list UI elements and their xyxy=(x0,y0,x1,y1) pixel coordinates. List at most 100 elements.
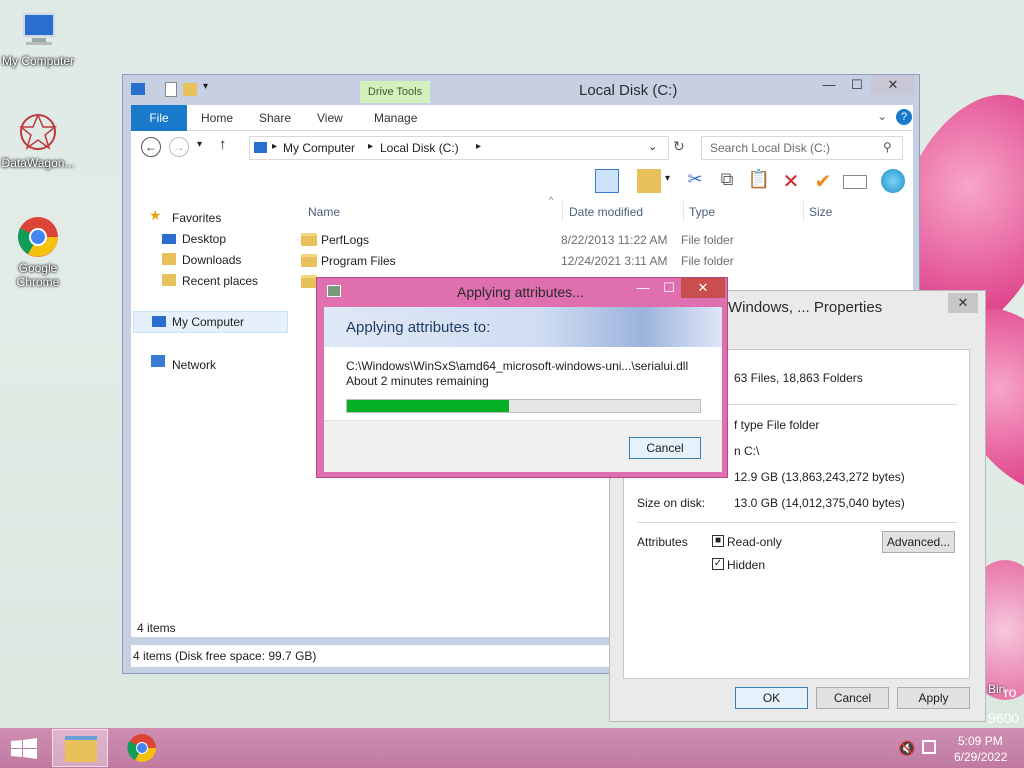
desktop-icon-label: My Computer xyxy=(1,54,75,68)
folder-icon xyxy=(301,275,317,288)
ribbon-tabs: File Home Share View Manage ⌄ ? xyxy=(131,105,913,131)
desktop-icon-my-computer[interactable]: My Computer xyxy=(0,8,76,68)
breadcrumb-local-disk[interactable]: Local Disk (C:) xyxy=(380,141,459,155)
start-icon[interactable] xyxy=(10,738,38,760)
tab-file[interactable]: File xyxy=(131,105,187,131)
dialog-body: Applying attributes to: C:\Windows\WinSx… xyxy=(324,307,722,472)
computer-icon xyxy=(254,142,267,153)
folder-icon xyxy=(65,736,97,762)
column-header-date[interactable]: Date modified xyxy=(569,205,643,219)
tab-share[interactable]: Share xyxy=(259,111,291,125)
window-title: Local Disk (C:) xyxy=(579,82,678,99)
rename-icon[interactable] xyxy=(843,175,867,189)
address-bar[interactable]: ▸ My Computer ▸ Local Disk (C:) ▸ ⌄ xyxy=(249,136,669,160)
chevron-down-icon[interactable]: ⌄ xyxy=(648,140,657,153)
readonly-checkbox[interactable]: ■ xyxy=(712,535,724,547)
desktop-icon-datawagon[interactable]: DataWagon... xyxy=(0,110,76,170)
close-button[interactable]: ✕ xyxy=(871,75,915,95)
nav-my-computer-row[interactable]: My Computer xyxy=(133,311,288,333)
new-folder-icon[interactable] xyxy=(183,83,197,96)
folder-icon xyxy=(301,233,317,246)
dialog-heading: Applying attributes to: xyxy=(346,319,491,336)
nav-favorites[interactable]: Favorites xyxy=(172,211,221,225)
item-count: 4 items xyxy=(137,621,176,635)
recent-locations-icon[interactable]: ▾ xyxy=(197,139,202,150)
minimize-button[interactable]: — xyxy=(815,75,843,95)
paste-icon[interactable]: 📋 xyxy=(747,169,771,193)
chevron-down-icon[interactable]: ⌄ xyxy=(877,109,887,123)
folder-check-icon[interactable] xyxy=(637,169,661,193)
clock-time[interactable]: 5:09 PM xyxy=(958,734,1003,748)
target-path: C:\Windows\WinSxS\amd64_microsoft-window… xyxy=(346,359,689,373)
apply-button[interactable]: Apply xyxy=(897,687,970,709)
maximize-button[interactable]: ☐ xyxy=(655,278,683,298)
column-header-type[interactable]: Type xyxy=(689,205,715,219)
nav-recent-places[interactable]: Recent places xyxy=(182,274,258,288)
delete-icon[interactable]: ✕ xyxy=(779,169,803,193)
properties-title: Windows, ... Properties xyxy=(728,299,883,316)
table-row[interactable]: Program Files 12/24/2021 3:11 AM File fo… xyxy=(291,251,891,271)
back-icon[interactable]: ← xyxy=(141,137,161,157)
applying-attributes-dialog: Applying attributes... — ☐ ✕ Applying at… xyxy=(316,277,728,478)
hidden-checkbox[interactable]: ✓ xyxy=(712,558,724,570)
minimize-button[interactable]: — xyxy=(629,278,657,298)
cancel-button[interactable]: Cancel xyxy=(629,437,701,459)
properties-icon[interactable] xyxy=(165,82,177,97)
dialog-footer: Cancel xyxy=(324,420,722,472)
advanced-button[interactable]: Advanced... xyxy=(882,531,955,553)
progress-bar xyxy=(346,399,701,413)
globe-icon[interactable] xyxy=(881,169,905,193)
network-tray-icon[interactable] xyxy=(922,740,936,754)
sort-indicator-icon: ^ xyxy=(549,195,554,205)
ok-button[interactable]: OK xyxy=(735,687,808,709)
tab-manage[interactable]: Manage xyxy=(374,111,417,125)
cancel-button[interactable]: Cancel xyxy=(816,687,889,709)
cut-icon[interactable]: ✂ xyxy=(683,169,707,193)
up-icon[interactable]: ↑ xyxy=(219,136,227,153)
chrome-taskbar-icon[interactable] xyxy=(126,732,158,767)
explorer-titlebar: ▾ Drive Tools Local Disk (C:) — ☐ ✕ xyxy=(123,75,919,105)
desktop-icon-chrome[interactable]: Google Chrome xyxy=(0,215,76,289)
size-value: 12.9 GB (13,863,243,272 bytes) xyxy=(734,470,905,484)
column-header-name[interactable]: Name xyxy=(308,205,340,219)
close-button[interactable]: ✕ xyxy=(681,278,725,298)
volume-muted-icon[interactable]: 🔇 xyxy=(898,740,915,757)
file-date: 8/22/2013 11:22 AM xyxy=(561,233,668,247)
computer-icon xyxy=(16,8,60,52)
search-icon: ⚲ xyxy=(883,140,892,154)
progress-fill xyxy=(347,400,510,412)
refresh-icon[interactable]: ↻ xyxy=(673,138,685,155)
forward-icon[interactable]: → xyxy=(169,137,189,157)
preview-pane-icon[interactable] xyxy=(595,169,619,193)
search-input[interactable]: Search Local Disk (C:) xyxy=(701,136,903,160)
column-header-size[interactable]: Size xyxy=(809,205,832,219)
location-value: n C:\ xyxy=(734,444,760,458)
contains-value: 63 Files, 18,863 Folders xyxy=(734,371,863,385)
nav-downloads[interactable]: Downloads xyxy=(182,253,241,267)
hidden-label: Hidden xyxy=(727,558,766,572)
close-button[interactable]: ✕ xyxy=(948,293,978,313)
file-type: File folder xyxy=(681,254,734,268)
file-type: File folder xyxy=(681,233,734,247)
desktop-icon-label: DataWagon... xyxy=(1,156,75,170)
dialog-header-band: Applying attributes to: xyxy=(324,307,722,347)
column-divider xyxy=(803,201,804,221)
nav-desktop[interactable]: Desktop xyxy=(182,232,226,246)
breadcrumb-separator: ▸ xyxy=(476,141,482,152)
tab-view[interactable]: View xyxy=(317,111,343,125)
chevron-down-icon[interactable]: ▾ xyxy=(203,81,208,92)
file-explorer-taskbar-icon[interactable] xyxy=(52,729,108,767)
copy-icon[interactable]: ⧉ xyxy=(715,169,739,193)
chevron-down-icon[interactable]: ▾ xyxy=(665,173,670,184)
desktop-icon xyxy=(162,234,176,244)
table-row[interactable]: PerfLogs 8/22/2013 11:22 AM File folder xyxy=(291,230,891,250)
checkmark-icon[interactable]: ✔ xyxy=(811,169,835,193)
tab-home[interactable]: Home xyxy=(201,111,233,125)
help-icon[interactable]: ? xyxy=(896,109,912,125)
nav-network[interactable]: Network xyxy=(172,358,216,372)
dialog-title: Applying attributes... xyxy=(457,284,584,300)
breadcrumb-my-computer[interactable]: My Computer xyxy=(283,141,355,155)
maximize-button[interactable]: ☐ xyxy=(843,75,871,95)
clock-date[interactable]: 6/29/2022 xyxy=(954,750,1007,764)
build-number: 9600 xyxy=(988,710,1020,726)
